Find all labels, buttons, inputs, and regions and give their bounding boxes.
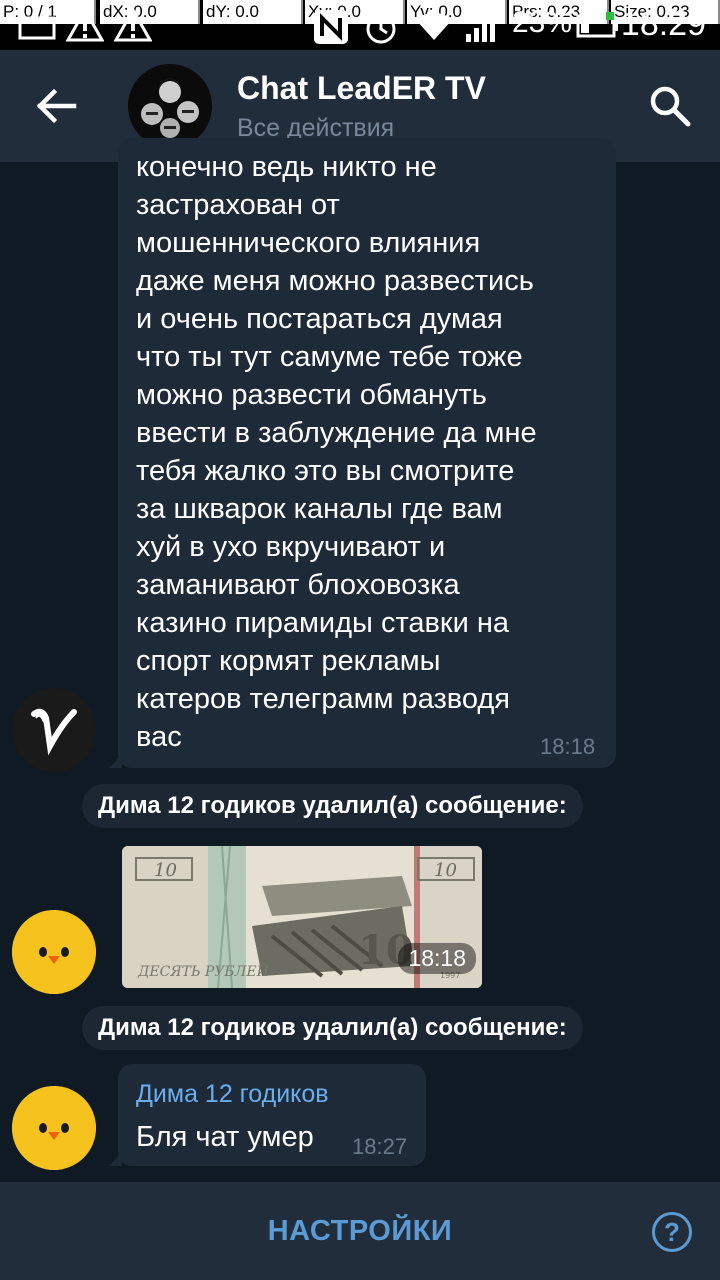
chick-avatar-icon bbox=[12, 1086, 96, 1170]
alarm-icon bbox=[365, 9, 397, 44]
group-photo-icon bbox=[128, 64, 212, 148]
message-line: спорт кормят рекламы bbox=[136, 645, 441, 677]
bottom-bar: НАСТРОЙКИ ? bbox=[0, 1182, 720, 1280]
search-icon[interactable] bbox=[648, 84, 692, 128]
chick-avatar-icon bbox=[12, 910, 96, 994]
bubble-tail bbox=[108, 748, 122, 768]
message-text: конечно ведь никто не застрахован от мошен… bbox=[136, 148, 606, 756]
message-time: 18:18 bbox=[540, 734, 596, 759]
message-line: ввести в заблуждение да мне bbox=[136, 417, 537, 449]
message-line: катеров телеграмм разводя bbox=[136, 683, 510, 715]
service-message: Дима 12 годиков удалил(а) сообщение: bbox=[82, 784, 583, 828]
message-line: застрахован от bbox=[136, 189, 340, 221]
message-line: и очень постараться думая bbox=[136, 303, 503, 335]
bubble-tail bbox=[108, 1146, 122, 1166]
help-icon[interactable]: ? bbox=[652, 1212, 692, 1252]
photo-time: 18:18 bbox=[398, 943, 476, 974]
sender-name[interactable]: Дима 12 годиков bbox=[136, 1080, 329, 1109]
message-line: вас bbox=[136, 721, 182, 753]
wifi-icon bbox=[416, 12, 452, 40]
message-line: мошеннического влияния bbox=[136, 227, 481, 259]
message-line: заманивают блоховозка bbox=[136, 569, 460, 601]
user-avatar-v[interactable] bbox=[12, 688, 96, 772]
service-message: Дима 12 годиков удалил(а) сообщение: bbox=[82, 1006, 583, 1050]
message-line: конечно ведь никто не bbox=[136, 151, 437, 183]
banknote-caption: ДЕСЯТЬ РУБЛЕЙ bbox=[137, 961, 270, 980]
settings-button[interactable]: НАСТРОЙКИ bbox=[0, 1182, 720, 1280]
debug-dy: dY: 0.0 bbox=[203, 0, 303, 24]
message-line: казино пирамиды ставки на bbox=[136, 607, 510, 639]
photo-message[interactable]: 10 10 10 ДЕСЯТЬ РУБЛЕЙ 1997 18:18 bbox=[122, 846, 482, 988]
chat-avatar[interactable] bbox=[128, 64, 212, 148]
message-text: Бля чат умер bbox=[136, 1121, 314, 1153]
warning-icon-2 bbox=[114, 8, 152, 42]
chat-title[interactable]: Chat LeadER TV bbox=[237, 70, 486, 107]
signal-icon bbox=[466, 12, 495, 42]
user-avatar-chick[interactable] bbox=[12, 1086, 96, 1170]
banknote-small-left: 10 bbox=[154, 860, 177, 881]
battery-percent: 23% bbox=[512, 6, 573, 39]
message-bubble[interactable]: Дима 12 годиков Бля чат умер 18:27 bbox=[118, 1064, 426, 1166]
back-arrow-icon[interactable] bbox=[30, 82, 82, 130]
message-line: хуй в ухо вкручивают и bbox=[136, 531, 446, 563]
message-line: тебя жалко это вы смотрите bbox=[136, 455, 515, 487]
status-bar: P: 0 / 1 dX: 0.0 dY: 0.0 Xv: 0.0 Yv: 0.0… bbox=[0, 0, 720, 50]
screenshot-notification-icon bbox=[18, 16, 56, 40]
banknote-small-right: 10 bbox=[434, 860, 457, 881]
message-bubble[interactable]: конечно ведь никто не застрахован от мошен… bbox=[118, 138, 616, 768]
message-time: 18:27 bbox=[352, 1134, 408, 1159]
message-line: даже меня можно развестись bbox=[136, 265, 534, 297]
v-logo-icon bbox=[12, 688, 96, 772]
message-line: можно развести обмануть bbox=[136, 379, 487, 411]
user-avatar-chick[interactable] bbox=[12, 910, 96, 994]
message-line: что ты тут самуме тебе тоже bbox=[136, 341, 523, 373]
nfc-icon bbox=[314, 10, 348, 44]
message-line: за шкварок каналы где вам bbox=[136, 493, 503, 525]
clock: 18:29 bbox=[620, 5, 706, 43]
battery-icon bbox=[576, 12, 618, 38]
warning-icon bbox=[66, 8, 104, 42]
